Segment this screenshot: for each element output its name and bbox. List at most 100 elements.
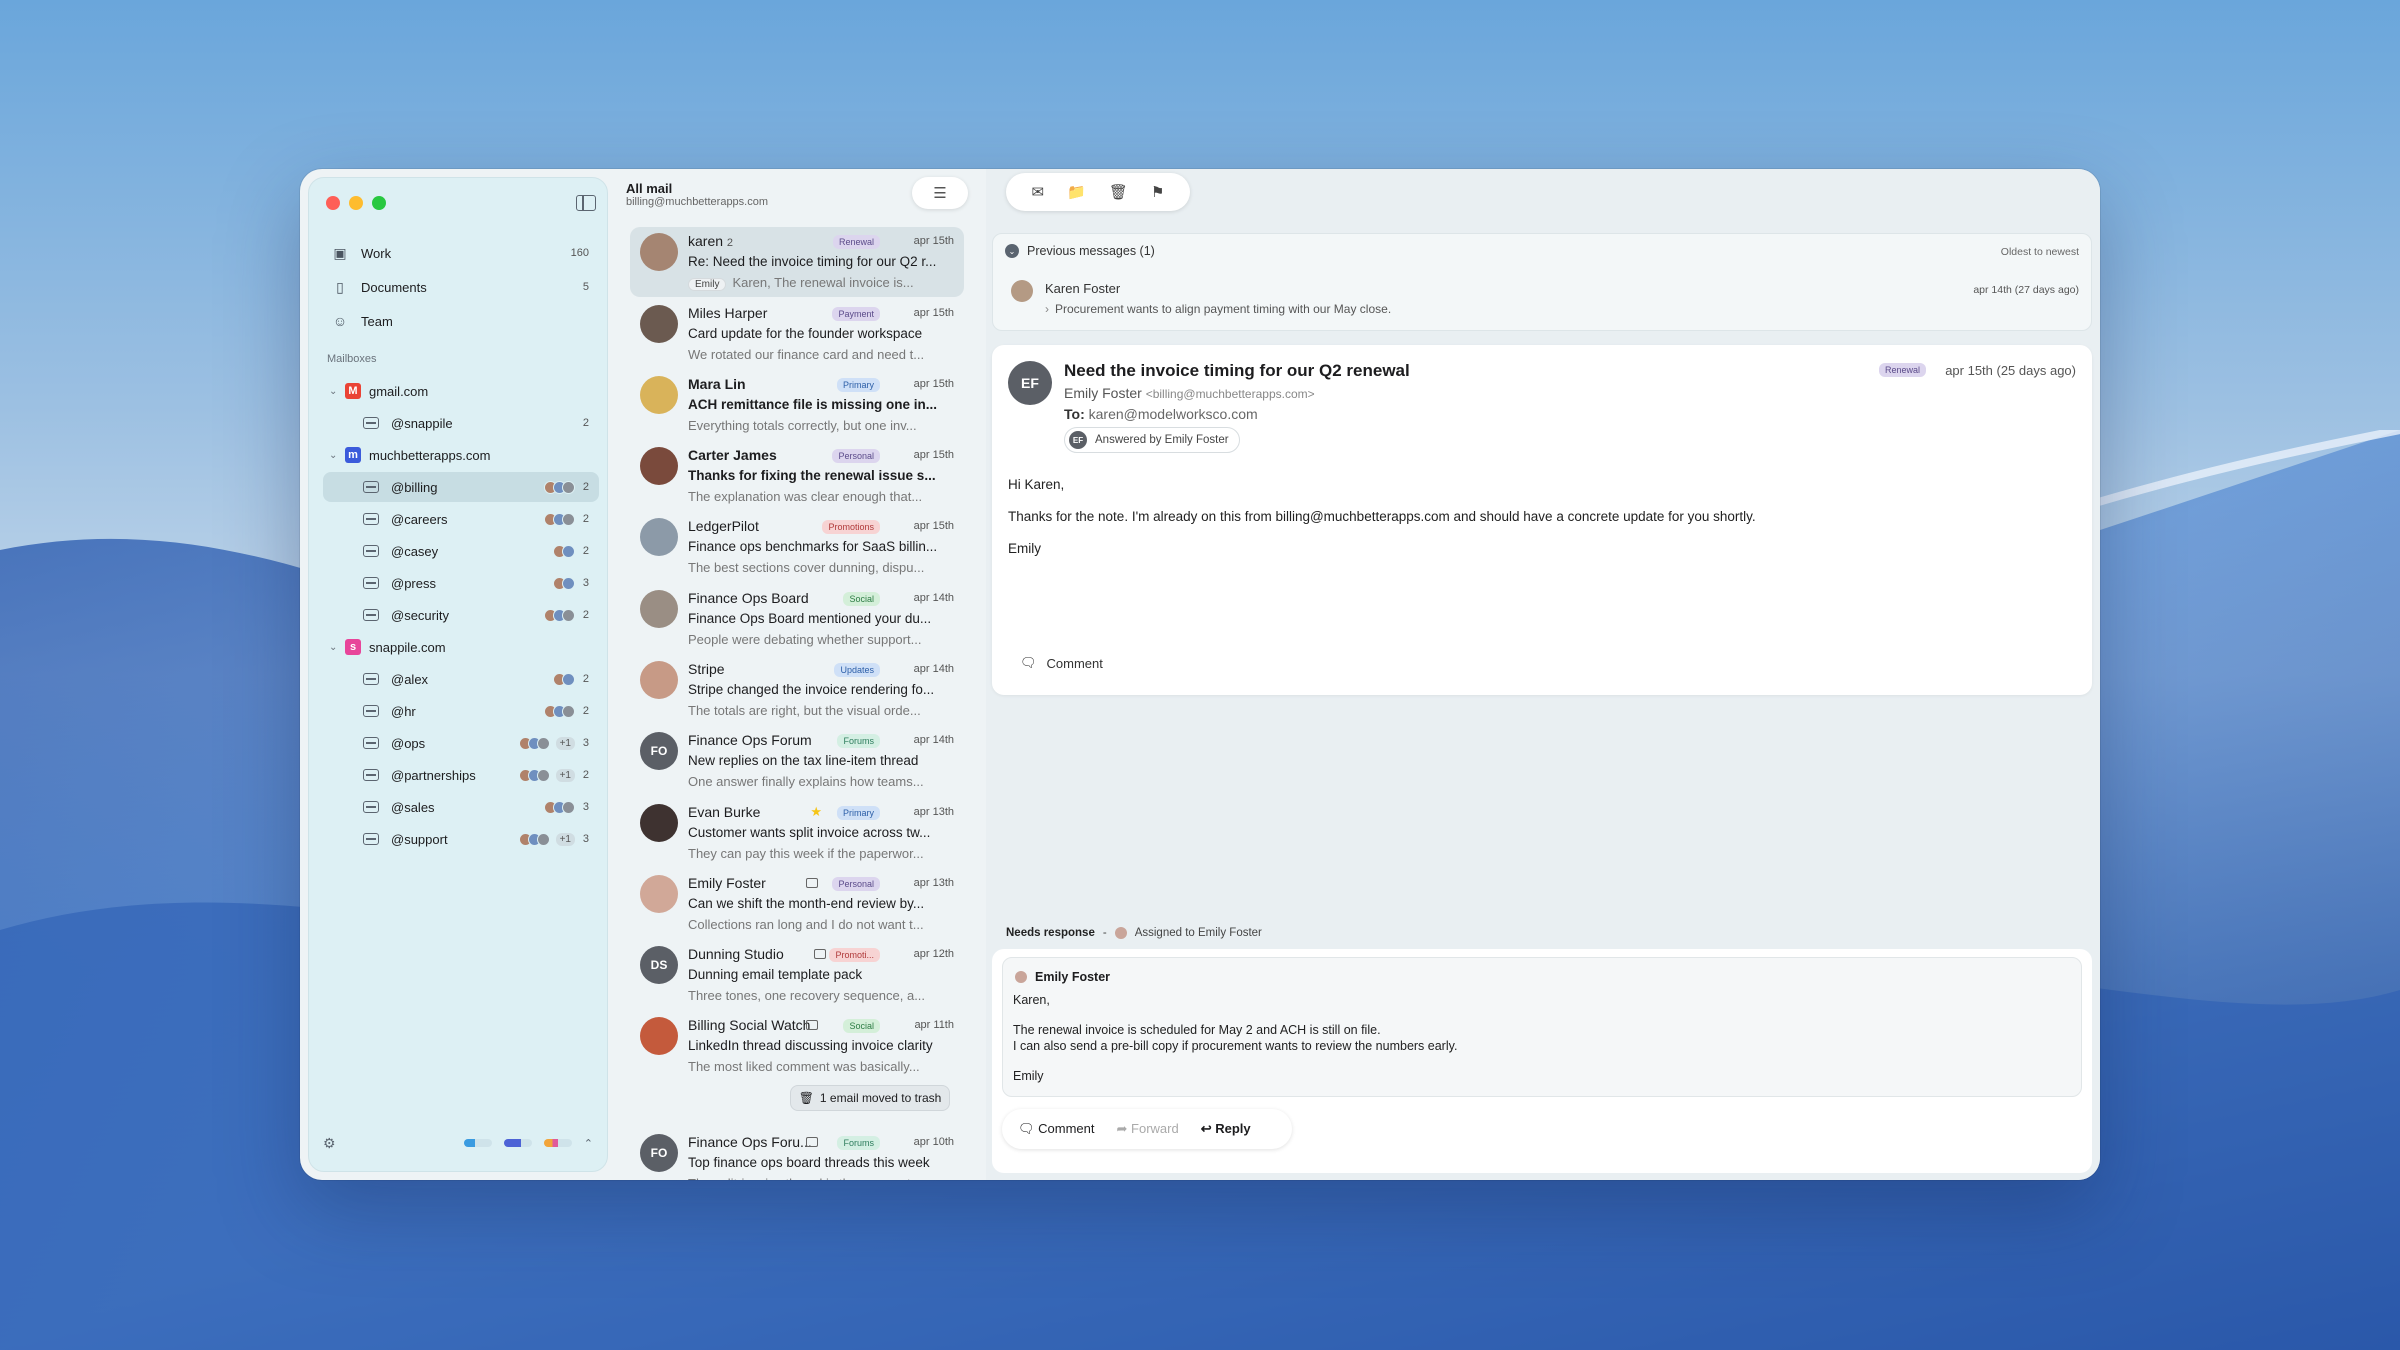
member-avatars bbox=[553, 672, 575, 686]
avatar bbox=[536, 768, 550, 782]
draft-reply[interactable]: Emily Foster Karen, The renewal invoice … bbox=[1002, 957, 2082, 1097]
sidebar-toggle-icon[interactable] bbox=[576, 195, 596, 211]
forward-button[interactable]: ➦ Forward bbox=[1117, 1121, 1179, 1137]
account-indicator[interactable] bbox=[503, 1139, 532, 1147]
label-tag[interactable]: Updates bbox=[834, 663, 880, 677]
mailbox-press[interactable]: @press 3 bbox=[323, 568, 599, 598]
minimize-window-button[interactable] bbox=[349, 196, 363, 210]
trash-notice-label: 1 email moved to trash bbox=[819, 1091, 942, 1105]
nav-count: 160 bbox=[570, 247, 589, 259]
comment-button[interactable]: 🗨 Comment bbox=[1020, 655, 1103, 671]
assignee-label[interactable]: Assigned to Emily Foster bbox=[1135, 927, 1262, 939]
zoom-window-button[interactable] bbox=[372, 196, 386, 210]
nav-item-documents[interactable]: ▯ Documents 5 bbox=[323, 272, 599, 302]
avatar bbox=[640, 590, 678, 628]
mail-list-item[interactable]: Carter James Personal apr 15th Thanks for f… bbox=[630, 441, 964, 511]
gear-icon[interactable]: ⚙ bbox=[323, 1135, 336, 1152]
mailbox-alex[interactable]: @alex 2 bbox=[323, 664, 599, 694]
label-tag[interactable]: Social bbox=[843, 592, 880, 606]
trash-icon: 🗑 bbox=[798, 1091, 814, 1105]
label-tag[interactable]: Renewal bbox=[832, 235, 880, 249]
comment-icon: 🗨 bbox=[1020, 655, 1037, 670]
mailbox-partnerships[interactable]: @partnerships +1 2 bbox=[323, 760, 599, 790]
mailbox-security[interactable]: @security 2 bbox=[323, 600, 599, 630]
comment-button[interactable]: 🗨 Comment bbox=[1018, 1121, 1095, 1137]
trash-notice[interactable]: 🗑 1 email moved to trash bbox=[790, 1085, 950, 1111]
chevron-down-icon[interactable]: ⌄ bbox=[329, 450, 341, 461]
mail-list-item[interactable]: Finance Ops Board Social apr 14th Finance O… bbox=[630, 584, 964, 654]
trash-icon[interactable]: 🗑 bbox=[1109, 183, 1128, 201]
mail-subject: New replies on the tax line-item thread bbox=[688, 753, 919, 768]
mail-list-item[interactable]: LedgerPilot Promotions apr 15th Finance ops… bbox=[630, 512, 964, 582]
chevron-down-icon[interactable]: ⌄ bbox=[329, 386, 341, 397]
mail-list: All mail billing@muchbetterapps.com ☰ ka… bbox=[616, 169, 968, 1180]
star-icon[interactable]: ★ bbox=[810, 804, 822, 820]
mail-list-item[interactable]: Miles Harper Payment apr 15th Card update f… bbox=[630, 299, 964, 369]
mail-list-item[interactable]: FO Finance Ops Forum Forums apr 14th New rep… bbox=[630, 726, 964, 796]
account-indicator[interactable] bbox=[463, 1139, 492, 1147]
label-tag[interactable]: Primary bbox=[837, 378, 880, 392]
mail-date: apr 15th bbox=[913, 378, 954, 390]
label-tag[interactable]: Payment bbox=[832, 307, 880, 321]
mailbox-sales[interactable]: @sales 3 bbox=[323, 792, 599, 822]
account-snappile-com[interactable]: ⌄ s snappile.com bbox=[323, 632, 599, 662]
label-tag[interactable]: Promotions bbox=[822, 520, 880, 534]
mailbox-ops[interactable]: @ops +1 3 bbox=[323, 728, 599, 758]
bookmark-icon[interactable]: ⚑ bbox=[1151, 183, 1164, 201]
label-tag[interactable]: Promoti... bbox=[829, 948, 880, 962]
account-switcher[interactable] bbox=[463, 1139, 572, 1147]
mail-list-item[interactable]: Evan Burke ★ Primary apr 13th Customer wants… bbox=[630, 798, 964, 868]
nav-item-work[interactable]: ▣ Work 160 bbox=[323, 238, 599, 268]
mail-list-item[interactable]: FO Finance Ops Foru... Forums apr 10th Top f… bbox=[630, 1128, 964, 1180]
mail-list-item[interactable]: DS Dunning Studio Promoti... apr 12th Dunnin… bbox=[630, 940, 964, 1010]
from-email: <billing@muchbetterapps.com> bbox=[1145, 387, 1315, 401]
member-avatars bbox=[518, 832, 550, 846]
draft-line-break bbox=[1013, 1054, 1457, 1068]
mailbox-casey[interactable]: @casey 2 bbox=[323, 536, 599, 566]
sidebar: ▣ Work 160 ▯ Documents 5 ☺ Team Mailboxe… bbox=[308, 177, 608, 1172]
label-tag[interactable]: Renewal bbox=[1878, 363, 1926, 377]
chevron-up-icon[interactable]: ⌃ bbox=[584, 1137, 593, 1150]
close-window-button[interactable] bbox=[326, 196, 340, 210]
move-folder-icon[interactable]: 📁 bbox=[1067, 183, 1086, 201]
mailbox-hr[interactable]: @hr 2 bbox=[323, 696, 599, 726]
status-separator: - bbox=[1102, 927, 1107, 939]
draft-body[interactable]: Karen, The renewal invoice is scheduled … bbox=[1013, 992, 1457, 1084]
account-indicator[interactable] bbox=[543, 1139, 572, 1147]
mail-list-item[interactable]: Billing Social Watch Social apr 11th Linked… bbox=[630, 1011, 964, 1081]
draft-line-break bbox=[1013, 1008, 1457, 1022]
mail-list-item[interactable]: Emily Foster Personal apr 13th Can we shift… bbox=[630, 869, 964, 939]
mark-unread-icon[interactable]: ✉ bbox=[1032, 183, 1045, 201]
mailbox-careers[interactable]: @careers 2 bbox=[323, 504, 599, 534]
filter-button[interactable]: ☰ bbox=[912, 177, 968, 209]
mailbox-snappile[interactable]: @snappile 2 bbox=[323, 408, 599, 438]
label-tag[interactable]: Primary bbox=[837, 806, 880, 820]
account-gmail-com[interactable]: ⌄ Mgmail.com bbox=[323, 376, 599, 406]
label-tag[interactable]: Personal bbox=[832, 449, 880, 463]
label-tag[interactable]: Personal bbox=[832, 877, 880, 891]
mail-subject: Customer wants split invoice across tw..… bbox=[688, 825, 931, 840]
mail-date: apr 14th bbox=[913, 734, 954, 746]
label-tag[interactable]: Forums bbox=[837, 734, 880, 748]
nav-item-team[interactable]: ☺ Team bbox=[323, 306, 599, 336]
label-tag[interactable]: Forums bbox=[837, 1136, 880, 1150]
account-muchbetterapps-com[interactable]: ⌄ m muchbetterapps.com bbox=[323, 440, 599, 470]
mail-preview: They can pay this week if the paperwor..… bbox=[688, 846, 924, 861]
mail-date: apr 13th bbox=[913, 806, 954, 818]
mail-list-item[interactable]: karen 2 Renewal apr 15th Re: Need the invoi… bbox=[630, 227, 964, 297]
mail-list-item[interactable]: Mara Lin Primary apr 15th ACH remittance fi… bbox=[630, 370, 964, 440]
mailbox-billing[interactable]: @billing 2 bbox=[323, 472, 599, 502]
mail-subject: ACH remittance file is missing one in... bbox=[688, 397, 938, 412]
reply-composer: Emily Foster Karen, The renewal invoice … bbox=[992, 949, 2092, 1173]
label-tag[interactable]: Social bbox=[843, 1019, 880, 1033]
sort-order[interactable]: Oldest to newest bbox=[2001, 246, 2079, 258]
mail-list-item[interactable]: Stripe Updates apr 14th Stripe changed the … bbox=[630, 655, 964, 725]
mailbox-label: @billing bbox=[391, 479, 438, 495]
mailbox-support[interactable]: @support +1 3 bbox=[323, 824, 599, 854]
status-label: Needs response bbox=[1006, 927, 1095, 939]
chevron-down-icon[interactable]: ⌄ bbox=[1005, 244, 1019, 258]
chevron-down-icon[interactable]: ⌄ bbox=[329, 642, 341, 653]
previous-messages[interactable]: ⌄ Previous messages (1) Oldest to newest… bbox=[992, 233, 2092, 331]
reply-button[interactable]: ↩ Reply bbox=[1201, 1121, 1251, 1137]
sender-name: Evan Burke bbox=[688, 804, 761, 820]
